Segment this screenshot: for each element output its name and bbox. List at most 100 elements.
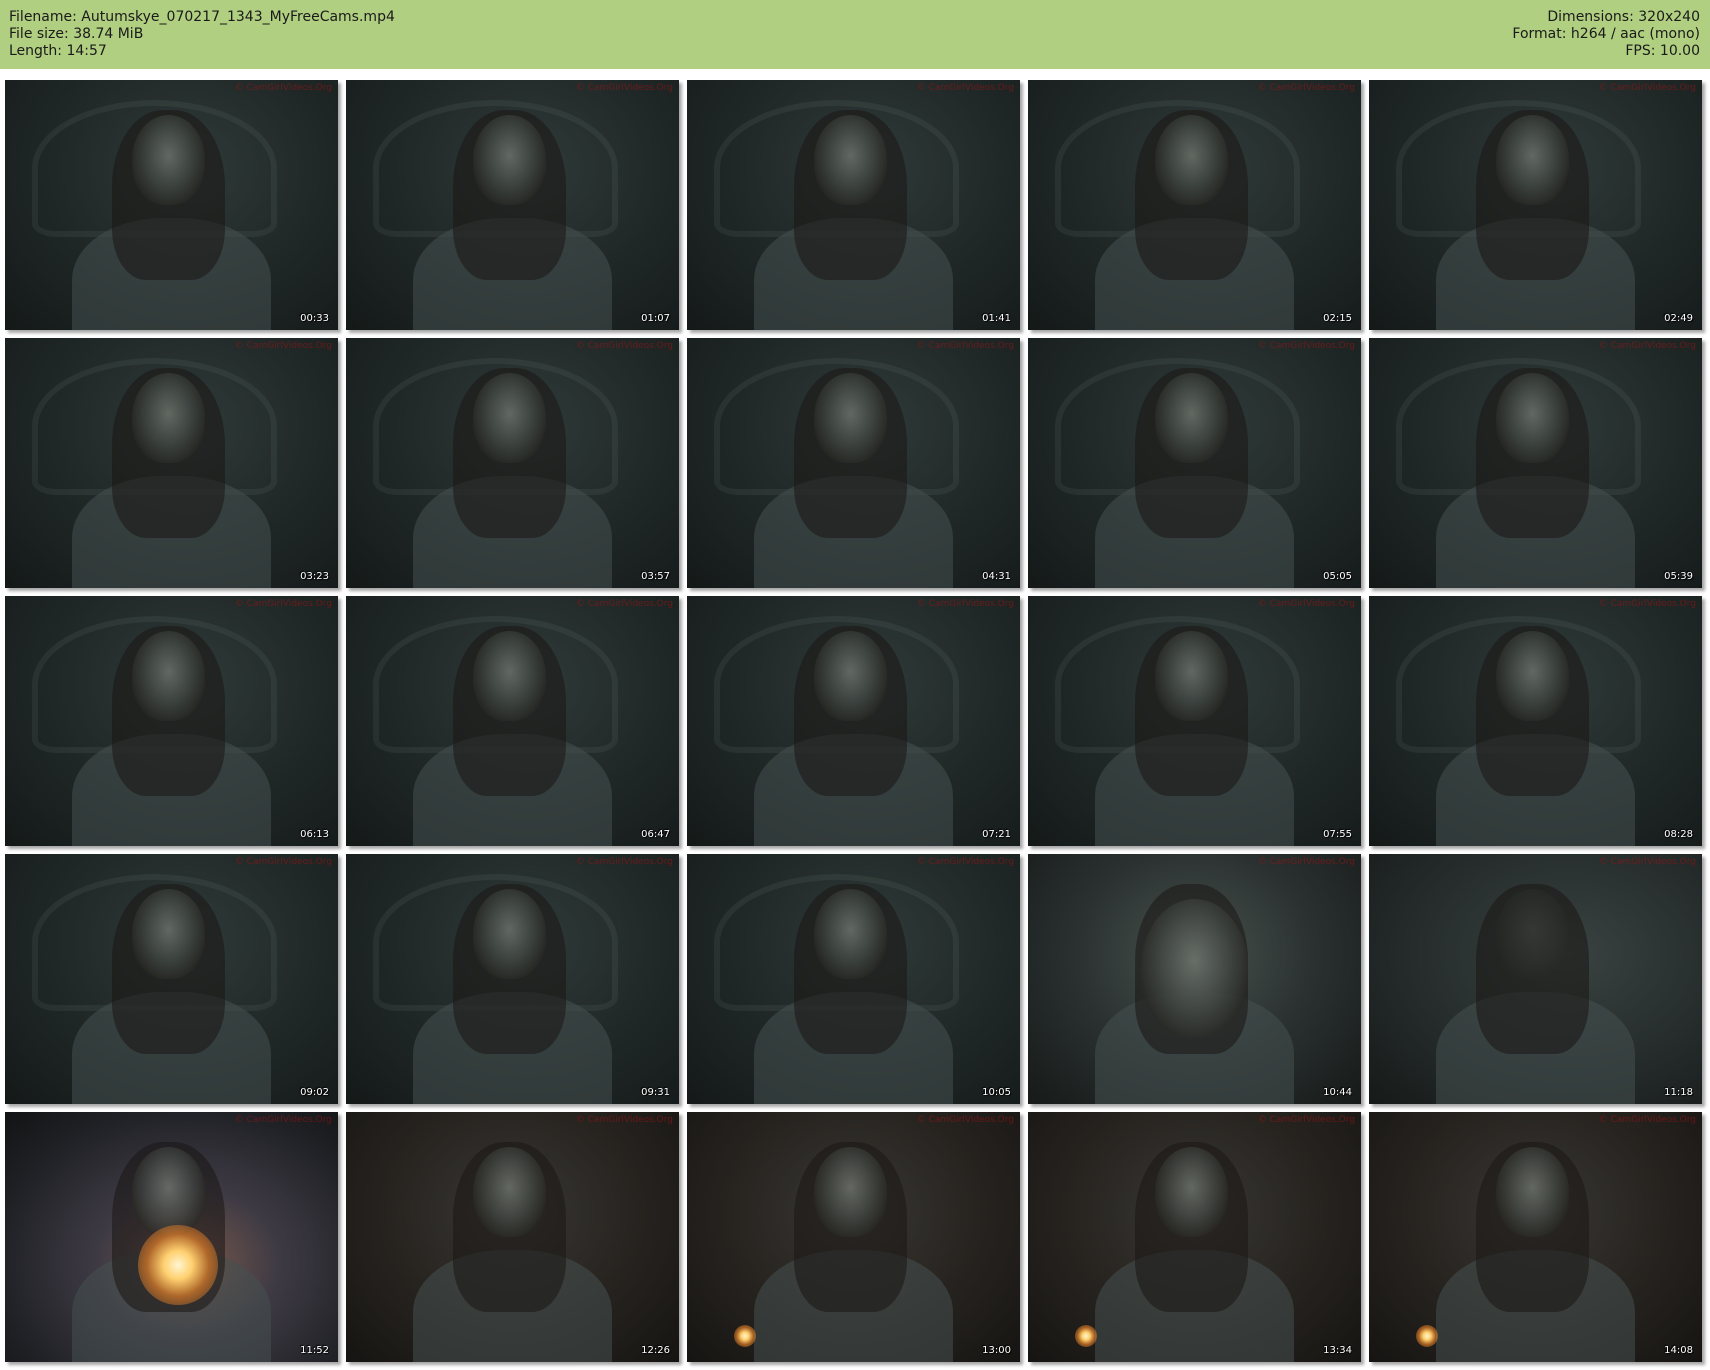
candle-light [733, 1324, 756, 1347]
video-thumbnail: © CamGirlVideos.Org 02:49 [1369, 80, 1702, 330]
video-thumbnail: © CamGirlVideos.Org 09:31 [346, 854, 679, 1104]
figure-head-shape [472, 631, 546, 721]
watermark-text: © CamGirlVideos.Org [1598, 1115, 1696, 1125]
timestamp-label: 11:52 [300, 1345, 329, 1356]
timestamp-label: 10:05 [982, 1087, 1011, 1098]
figure-head-shape [1154, 1147, 1228, 1237]
figure-head-shape [1141, 899, 1248, 1037]
figure-head-shape [131, 1147, 205, 1237]
watermark-text: © CamGirlVideos.Org [1598, 599, 1696, 609]
figure-head-shape [131, 889, 205, 979]
watermark-text: © CamGirlVideos.Org [1257, 599, 1355, 609]
video-thumbnail: © CamGirlVideos.Org 08:28 [1369, 596, 1702, 846]
timestamp-label: 02:15 [1323, 313, 1352, 324]
timestamp-label: 03:57 [641, 571, 670, 582]
video-thumbnail: © CamGirlVideos.Org 11:18 [1369, 854, 1702, 1104]
timestamp-label: 13:34 [1323, 1345, 1352, 1356]
timestamp-label: 02:49 [1664, 313, 1693, 324]
video-thumbnail: © CamGirlVideos.Org 04:31 [687, 338, 1020, 588]
figure-head-shape [472, 115, 546, 205]
figure-head-shape [1495, 115, 1569, 205]
thumbnail-grid: © CamGirlVideos.Org 00:33 © CamGirlVideos.… [0, 0, 1710, 1370]
video-thumbnail: © CamGirlVideos.Org 11:52 [5, 1112, 338, 1362]
video-thumbnail: © CamGirlVideos.Org 01:41 [687, 80, 1020, 330]
video-thumbnail: © CamGirlVideos.Org 10:44 [1028, 854, 1361, 1104]
watermark-text: © CamGirlVideos.Org [916, 599, 1014, 609]
video-thumbnail: © CamGirlVideos.Org 03:23 [5, 338, 338, 588]
video-thumbnail: © CamGirlVideos.Org 06:13 [5, 596, 338, 846]
timestamp-label: 05:39 [1664, 571, 1693, 582]
figure-head-shape [472, 889, 546, 979]
timestamp-label: 09:31 [641, 1087, 670, 1098]
watermark-text: © CamGirlVideos.Org [916, 341, 1014, 351]
video-thumbnail: © CamGirlVideos.Org 07:55 [1028, 596, 1361, 846]
video-thumbnail: © CamGirlVideos.Org 06:47 [346, 596, 679, 846]
timestamp-label: 07:21 [982, 829, 1011, 840]
watermark-text: © CamGirlVideos.Org [575, 599, 673, 609]
watermark-text: © CamGirlVideos.Org [916, 1115, 1014, 1125]
video-thumbnail: © CamGirlVideos.Org 05:39 [1369, 338, 1702, 588]
timestamp-label: 08:28 [1664, 829, 1693, 840]
watermark-text: © CamGirlVideos.Org [575, 857, 673, 867]
watermark-text: © CamGirlVideos.Org [1598, 341, 1696, 351]
figure-head-shape [472, 1147, 546, 1237]
watermark-text: © CamGirlVideos.Org [575, 1115, 673, 1125]
video-thumbnail: © CamGirlVideos.Org 13:00 [687, 1112, 1020, 1362]
figure-head-shape [131, 115, 205, 205]
watermark-text: © CamGirlVideos.Org [575, 83, 673, 93]
timestamp-label: 03:23 [300, 571, 329, 582]
watermark-text: © CamGirlVideos.Org [1257, 83, 1355, 93]
timestamp-label: 12:26 [641, 1345, 670, 1356]
watermark-text: © CamGirlVideos.Org [234, 857, 332, 867]
video-thumbnail: © CamGirlVideos.Org 01:07 [346, 80, 679, 330]
video-thumbnail: © CamGirlVideos.Org 00:33 [5, 80, 338, 330]
figure-head-shape [813, 115, 887, 205]
watermark-text: © CamGirlVideos.Org [234, 599, 332, 609]
watermark-text: © CamGirlVideos.Org [1598, 83, 1696, 93]
watermark-text: © CamGirlVideos.Org [1598, 857, 1696, 867]
timestamp-label: 13:00 [982, 1345, 1011, 1356]
candle-light [1415, 1324, 1438, 1347]
figure-head-shape [1495, 631, 1569, 721]
figure-head-shape [131, 631, 205, 721]
timestamp-label: 05:05 [1323, 571, 1352, 582]
video-thumbnail: © CamGirlVideos.Org 05:05 [1028, 338, 1361, 588]
video-thumbnail: © CamGirlVideos.Org 07:21 [687, 596, 1020, 846]
video-thumbnail: © CamGirlVideos.Org 09:02 [5, 854, 338, 1104]
figure-head-shape [1495, 1147, 1569, 1237]
timestamp-label: 10:44 [1323, 1087, 1352, 1098]
figure-head-shape [1495, 889, 1569, 979]
watermark-text: © CamGirlVideos.Org [916, 857, 1014, 867]
timestamp-label: 01:07 [641, 313, 670, 324]
timestamp-label: 11:18 [1664, 1087, 1693, 1098]
figure-head-shape [813, 1147, 887, 1237]
video-thumbnail: © CamGirlVideos.Org 10:05 [687, 854, 1020, 1104]
video-thumbnail: © CamGirlVideos.Org 14:08 [1369, 1112, 1702, 1362]
figure-head-shape [1154, 373, 1228, 463]
figure-head-shape [131, 373, 205, 463]
watermark-text: © CamGirlVideos.Org [1257, 341, 1355, 351]
timestamp-label: 04:31 [982, 571, 1011, 582]
timestamp-label: 01:41 [982, 313, 1011, 324]
figure-head-shape [1495, 373, 1569, 463]
watermark-text: © CamGirlVideos.Org [916, 83, 1014, 93]
figure-head-shape [1154, 631, 1228, 721]
figure-head-shape [813, 373, 887, 463]
candle-light [138, 1224, 219, 1305]
timestamp-label: 00:33 [300, 313, 329, 324]
watermark-text: © CamGirlVideos.Org [1257, 1115, 1355, 1125]
candle-light [1074, 1324, 1097, 1347]
figure-head-shape [813, 889, 887, 979]
figure-head-shape [1154, 115, 1228, 205]
figure-head-shape [472, 373, 546, 463]
video-thumbnail: © CamGirlVideos.Org 03:57 [346, 338, 679, 588]
timestamp-label: 06:47 [641, 829, 670, 840]
timestamp-label: 07:55 [1323, 829, 1352, 840]
video-thumbnail: © CamGirlVideos.Org 02:15 [1028, 80, 1361, 330]
watermark-text: © CamGirlVideos.Org [234, 83, 332, 93]
timestamp-label: 06:13 [300, 829, 329, 840]
watermark-text: © CamGirlVideos.Org [1257, 857, 1355, 867]
watermark-text: © CamGirlVideos.Org [575, 341, 673, 351]
figure-head-shape [813, 631, 887, 721]
watermark-text: © CamGirlVideos.Org [234, 341, 332, 351]
